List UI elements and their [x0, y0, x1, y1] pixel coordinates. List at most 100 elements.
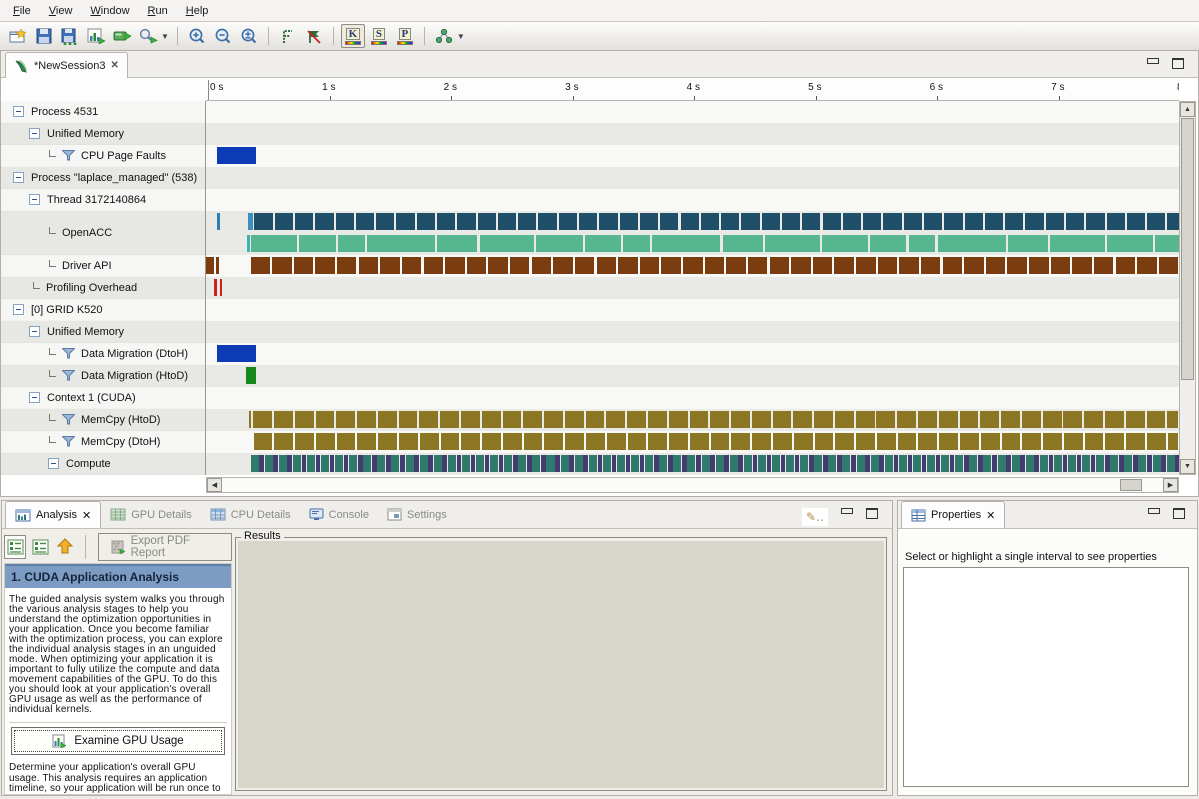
interval-bar[interactable]: [1091, 455, 1096, 472]
interval-bar[interactable]: [330, 455, 335, 472]
interval-bar[interactable]: [960, 411, 979, 428]
interval-bar[interactable]: [1063, 455, 1068, 472]
interval-bar[interactable]: [710, 411, 729, 428]
interval-bar[interactable]: [1034, 455, 1039, 472]
interval-bar[interactable]: [279, 455, 287, 472]
kernel-colors-k-button[interactable]: K: [341, 24, 365, 48]
interval-bar[interactable]: [654, 455, 659, 472]
interval-bar[interactable]: [1077, 455, 1082, 472]
interval-bar[interactable]: [908, 455, 913, 472]
interval-bar[interactable]: [461, 433, 480, 450]
minimize-icon[interactable]: [1147, 58, 1159, 68]
interval-bar[interactable]: [274, 411, 293, 428]
interval-bar[interactable]: [851, 455, 856, 472]
interval-bar[interactable]: [1105, 455, 1110, 472]
tree-row-unified-memory[interactable]: Unified Memory: [1, 123, 205, 145]
interval-bar[interactable]: [367, 235, 435, 252]
interval-bar[interactable]: [1105, 411, 1124, 428]
filter-funnel-icon[interactable]: [62, 150, 75, 161]
interval-bar[interactable]: [640, 213, 658, 230]
interval-bar[interactable]: [544, 433, 563, 450]
interval-bar[interactable]: [863, 213, 881, 230]
interval-bar[interactable]: [1168, 433, 1178, 450]
collapse-minus-icon[interactable]: [29, 326, 40, 337]
interval-bar[interactable]: [1107, 235, 1153, 252]
interval-bar[interactable]: [391, 455, 399, 472]
interval-bar[interactable]: [338, 235, 365, 252]
interval-bar[interactable]: [1147, 411, 1166, 428]
interval-bar[interactable]: [378, 433, 397, 450]
interval-bar[interactable]: [1133, 455, 1138, 472]
interval-bar[interactable]: [541, 455, 546, 472]
interval-bar[interactable]: [936, 455, 941, 472]
interval-bar[interactable]: [1126, 411, 1145, 428]
interval-bar[interactable]: [1012, 455, 1020, 472]
interval-bar[interactable]: [648, 411, 667, 428]
interval-bar[interactable]: [440, 411, 459, 428]
tree-row-thread-3172140864[interactable]: Thread 3172140864: [1, 189, 205, 211]
interval-bar[interactable]: [1007, 257, 1026, 274]
interval-bar[interactable]: [835, 433, 854, 450]
interval-bar[interactable]: [503, 411, 522, 428]
filter-funnel-icon[interactable]: [62, 348, 75, 359]
tree-row-process-4531[interactable]: Process 4531: [1, 101, 205, 123]
close-icon[interactable]: ✕: [82, 509, 91, 522]
interval-bar[interactable]: [865, 455, 870, 472]
interval-bar[interactable]: [527, 455, 532, 472]
interval-bar[interactable]: [1096, 455, 1104, 472]
interval-bar[interactable]: [876, 411, 895, 428]
interval-bar[interactable]: [1110, 455, 1118, 472]
interval-bar[interactable]: [612, 455, 617, 472]
interval-bar[interactable]: [1049, 455, 1054, 472]
interval-bar[interactable]: [606, 411, 625, 428]
menu-window[interactable]: Window: [81, 2, 138, 20]
interval-bar[interactable]: [1094, 257, 1113, 274]
interval-bar[interactable]: [879, 455, 884, 472]
interval-bar[interactable]: [254, 433, 273, 450]
interval-bar[interactable]: [793, 411, 812, 428]
interval-bar[interactable]: [1161, 455, 1166, 472]
interval-bar[interactable]: [1124, 455, 1132, 472]
interval-bar[interactable]: [274, 433, 293, 450]
interval-bar[interactable]: [822, 235, 868, 252]
interval-bar[interactable]: [295, 433, 314, 450]
interval-bar[interactable]: [1072, 257, 1091, 274]
interval-bar[interactable]: [420, 433, 439, 450]
interval-bar[interactable]: [437, 235, 477, 252]
interval-bar[interactable]: [1029, 257, 1048, 274]
interval-bar[interactable]: [1063, 411, 1082, 428]
tree-row-driver-api[interactable]: Driver API: [1, 255, 205, 277]
interval-bar[interactable]: [217, 345, 256, 362]
vertical-scroll-thumb[interactable]: [1181, 118, 1194, 380]
interval-bar[interactable]: [1040, 455, 1048, 472]
interval-bar[interactable]: [607, 433, 626, 450]
interval-bar[interactable]: [813, 257, 832, 274]
interval-bar[interactable]: [791, 257, 810, 274]
interval-bar[interactable]: [885, 455, 893, 472]
scroll-right-button[interactable]: ▶: [1163, 478, 1178, 492]
collapse-minus-icon[interactable]: [29, 128, 40, 139]
interval-bar[interactable]: [344, 455, 349, 472]
maximize-icon[interactable]: [866, 508, 878, 519]
zoom-in-button[interactable]: [185, 24, 209, 48]
interval-bar[interactable]: [878, 257, 897, 274]
interval-bar[interactable]: [565, 433, 584, 450]
interval-bar[interactable]: [1005, 213, 1023, 230]
interval-bar[interactable]: [894, 455, 899, 472]
interval-bar[interactable]: [457, 213, 475, 230]
interval-bar[interactable]: [579, 213, 597, 230]
interval-bar[interactable]: [336, 213, 354, 230]
interval-bar[interactable]: [316, 411, 335, 428]
interval-bar[interactable]: [445, 257, 464, 274]
interval-bar[interactable]: [544, 411, 563, 428]
interval-bar[interactable]: [461, 411, 480, 428]
interval-bar[interactable]: [559, 213, 577, 230]
interval-bar[interactable]: [640, 257, 659, 274]
interval-bar[interactable]: [377, 455, 385, 472]
interval-bar[interactable]: [428, 455, 433, 472]
minimize-icon[interactable]: [1148, 508, 1160, 518]
interval-bar[interactable]: [724, 455, 729, 472]
interval-bar[interactable]: [753, 455, 758, 472]
interval-bar[interactable]: [669, 411, 688, 428]
interval-bar[interactable]: [337, 433, 356, 450]
